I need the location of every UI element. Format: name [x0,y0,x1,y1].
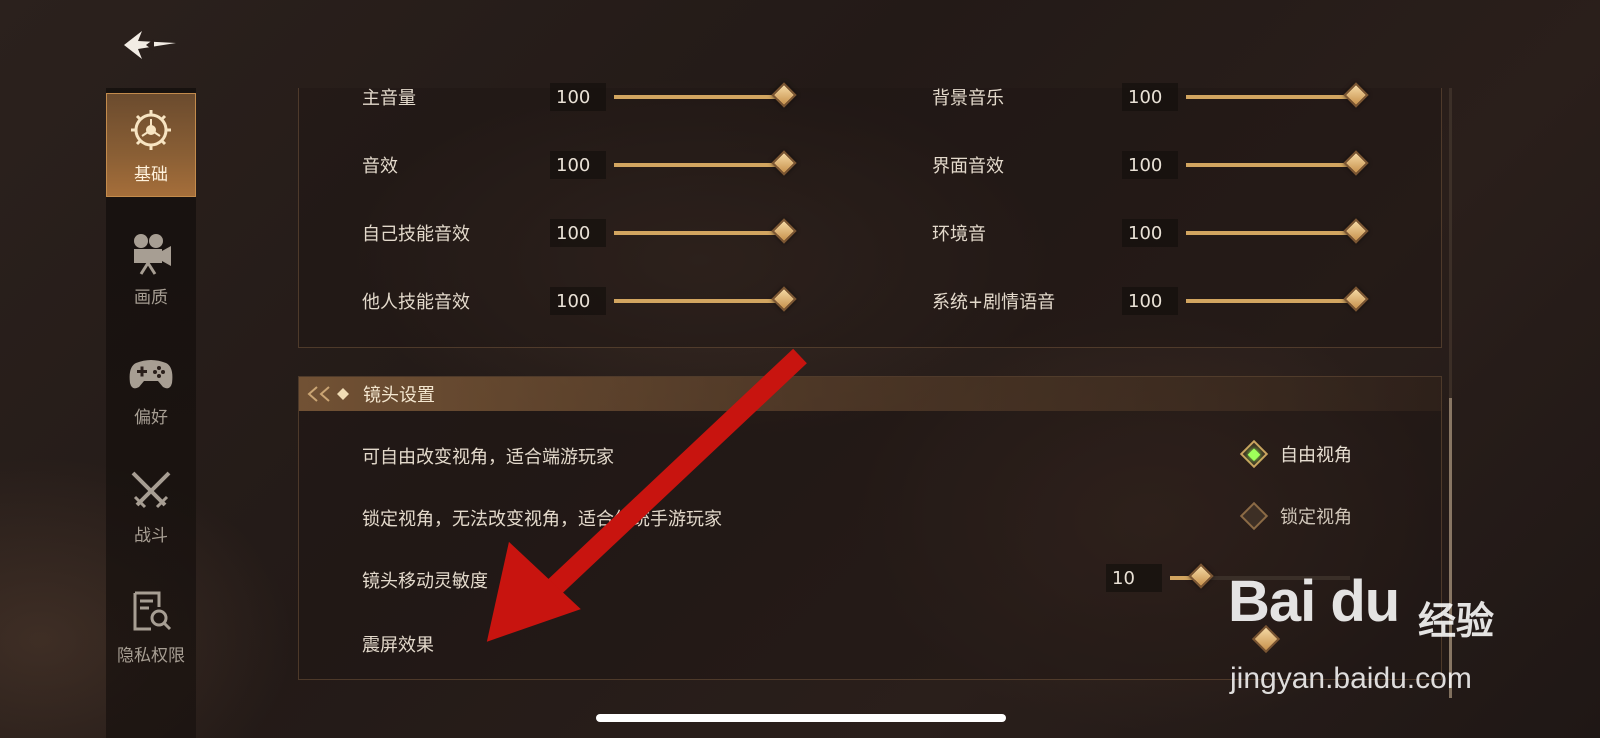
slider-value: 100 [550,287,606,315]
slider-fill [614,231,784,235]
free-view-option[interactable]: 自由视角 [1238,439,1352,469]
lock-view-option-label: 锁定视角 [1280,507,1352,528]
back-arrow-icon [124,31,176,59]
sidebar-item-combat[interactable]: 战斗 [106,454,196,558]
others-skill-volume-slider[interactable]: 100 [550,286,797,316]
section-marker-icon [299,377,359,411]
slider-fill [614,163,784,167]
sidebar-item-label: 战斗 [134,525,168,546]
back-button[interactable] [118,22,182,68]
sidebar-item-graphics[interactable]: 画质 [106,216,196,320]
slider-track[interactable] [614,82,797,108]
slider-fill [614,299,784,303]
others-skill-volume-label: 他人技能音效 [362,292,470,313]
baidu-jingyan-watermark: Bai du 经验 jingyan.baidu.com [1228,568,1528,698]
slider-fill [1186,163,1356,167]
slider-track[interactable] [614,286,797,312]
slider-value: 100 [550,151,606,179]
voice-volume-slider[interactable]: 100 [1122,286,1369,316]
slider-track[interactable] [614,150,797,176]
crossed-swords-icon [127,467,175,515]
slider-track[interactable] [1186,82,1369,108]
own-skill-volume-label: 自己技能音效 [362,224,470,245]
jingyan-text: 经验 [1418,599,1495,643]
sfx-volume-slider[interactable]: 100 [550,150,797,180]
gear-icon [127,106,175,154]
slider-track[interactable] [1186,286,1369,312]
sidebar-item-label: 隐私权限 [117,645,185,666]
camera-settings-title: 镜头设置 [363,385,435,406]
slider-value: 100 [1122,287,1178,315]
camera-settings-header: 镜头设置 [299,377,1441,411]
sidebar: 基础 画质 偏好 战斗 隐私权限 [106,88,196,738]
slider-value: 100 [550,83,606,111]
bgm-volume-slider[interactable]: 100 [1122,82,1369,112]
master-volume-label: 主音量 [362,88,416,109]
free-view-option-label: 自由视角 [1280,445,1352,466]
privacy-search-icon [127,587,175,635]
slider-fill [1186,95,1356,99]
sidebar-item-label: 画质 [134,287,168,308]
screen-shake-label: 震屏效果 [362,635,434,656]
ui-sfx-volume-slider[interactable]: 100 [1122,150,1369,180]
radio-unselected-icon [1239,501,1269,531]
watermark-url: jingyan.baidu.com [1230,662,1472,695]
sfx-volume-label: 音效 [362,156,398,177]
ambient-volume-slider[interactable]: 100 [1122,218,1369,248]
free-view-description: 可自由改变视角，适合端游玩家 [362,447,614,468]
bgm-volume-label: 背景音乐 [932,88,1004,109]
sidebar-item-label: 基础 [134,164,168,185]
home-indicator[interactable] [596,714,1006,722]
master-volume-slider[interactable]: 100 [550,82,797,112]
lock-view-description: 锁定视角，无法改变视角，适合传统手游玩家 [362,509,722,530]
voice-volume-label: 系统+剧情语音 [932,292,1056,313]
slider-knob[interactable] [1187,563,1214,589]
slider-value: 100 [1122,83,1178,111]
lock-view-option[interactable]: 锁定视角 [1238,501,1352,531]
slider-fill [1186,231,1356,235]
slider-track[interactable] [1186,218,1369,244]
sidebar-item-basic[interactable]: 基础 [106,93,196,197]
camera-icon [127,229,175,277]
sidebar-item-label: 偏好 [134,407,168,428]
baidu-logo-text: Bai du [1228,569,1400,634]
slider-fill [1186,299,1356,303]
slider-fill [614,95,784,99]
sidebar-item-preference[interactable]: 偏好 [106,336,196,440]
ui-sfx-volume-label: 界面音效 [932,156,1004,177]
slider-value: 100 [1122,151,1178,179]
radio-selected-icon [1239,439,1269,469]
own-skill-volume-slider[interactable]: 100 [550,218,797,248]
sidebar-item-privacy[interactable]: 隐私权限 [106,574,196,678]
gamepad-icon [127,349,175,397]
ambient-volume-label: 环境音 [932,224,986,245]
slider-track[interactable] [614,218,797,244]
slider-value: 100 [1122,219,1178,247]
slider-track[interactable] [1186,150,1369,176]
camera-sensitivity-label: 镜头移动灵敏度 [362,571,488,592]
slider-value: 100 [550,219,606,247]
slider-value: 10 [1106,564,1162,592]
